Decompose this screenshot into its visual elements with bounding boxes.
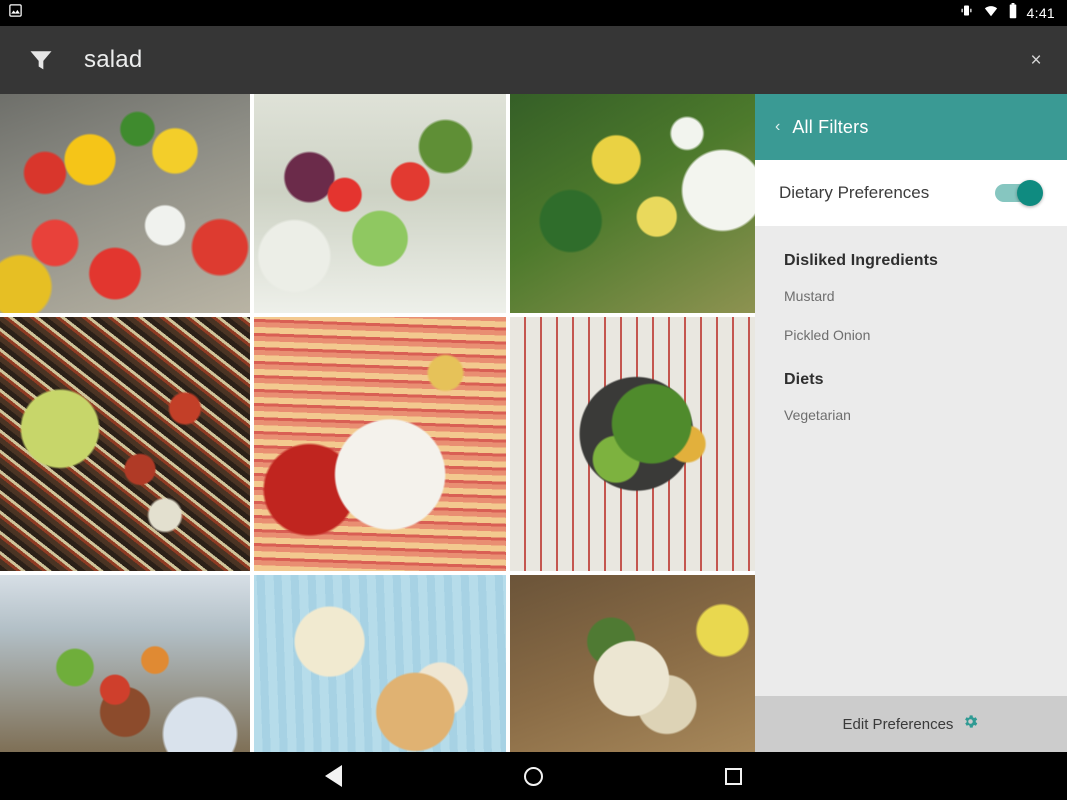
status-bar: 4:41 [0,0,1067,26]
edit-preferences-button[interactable]: Edit Preferences [755,696,1067,752]
battery-icon [1008,2,1018,24]
vibrate-icon [959,3,974,23]
recipe-image [254,94,506,313]
recipe-image [510,317,755,571]
gear-icon[interactable] [962,713,979,735]
home-icon[interactable] [434,752,634,800]
status-bar-clock: 4:41 [1026,5,1055,21]
recipe-tile[interactable] [254,317,506,571]
toggle-thumb [1017,180,1043,206]
search-results-grid [0,94,755,752]
edit-preferences-label: Edit Preferences [842,715,954,733]
section-title-diets: Diets [784,371,824,388]
recipe-image [0,94,250,313]
dietary-preferences-row[interactable]: Dietary Preferences [755,160,1067,226]
back-chevron-icon[interactable]: ‹ [775,119,780,135]
search-query-text[interactable]: salad [84,46,1019,74]
recipe-tile[interactable] [254,575,506,752]
filter-panel-header[interactable]: ‹ All Filters [755,94,1067,160]
section-title-disliked-ingredients: Disliked Ingredients [784,252,939,269]
close-icon[interactable]: × [1019,43,1053,77]
recipe-image [0,575,250,752]
recipe-image [510,94,755,313]
filter-panel-body: Disliked Ingredients Mustard Pickled Oni… [755,226,1067,696]
filter-panel: ‹ All Filters Dietary Preferences Dislik… [755,94,1067,752]
recipe-tile[interactable] [510,575,755,752]
list-item[interactable]: Mustard [784,288,1043,304]
dietary-preferences-label: Dietary Preferences [779,183,930,202]
list-item[interactable]: Pickled Onion [784,327,1043,343]
dietary-preferences-toggle[interactable] [995,180,1043,206]
recipe-image [0,317,250,571]
status-bar-left [8,3,959,23]
list-item[interactable]: Vegetarian [784,407,1043,423]
recents-icon[interactable] [634,752,834,800]
recipe-tile[interactable] [0,575,250,752]
recipe-tile[interactable] [510,317,755,571]
image-icon [8,3,23,23]
funnel-icon[interactable] [24,43,58,77]
recipe-tile[interactable] [254,94,506,313]
recipe-image [254,317,506,571]
recipe-tile[interactable] [510,94,755,313]
back-icon[interactable] [234,752,434,800]
recipe-image [254,575,506,752]
recipe-tile[interactable] [0,94,250,313]
app-bar: salad × [0,26,1067,94]
recipe-tile[interactable] [0,317,250,571]
status-bar-right: 4:41 [959,2,1055,24]
wifi-icon [983,4,999,23]
android-navigation-bar [0,752,1067,800]
device-screen: 4:41 salad × ‹ All Filters Dietary Prefe… [0,0,1067,800]
recipe-image [510,575,755,752]
filter-panel-title: All Filters [792,116,869,137]
